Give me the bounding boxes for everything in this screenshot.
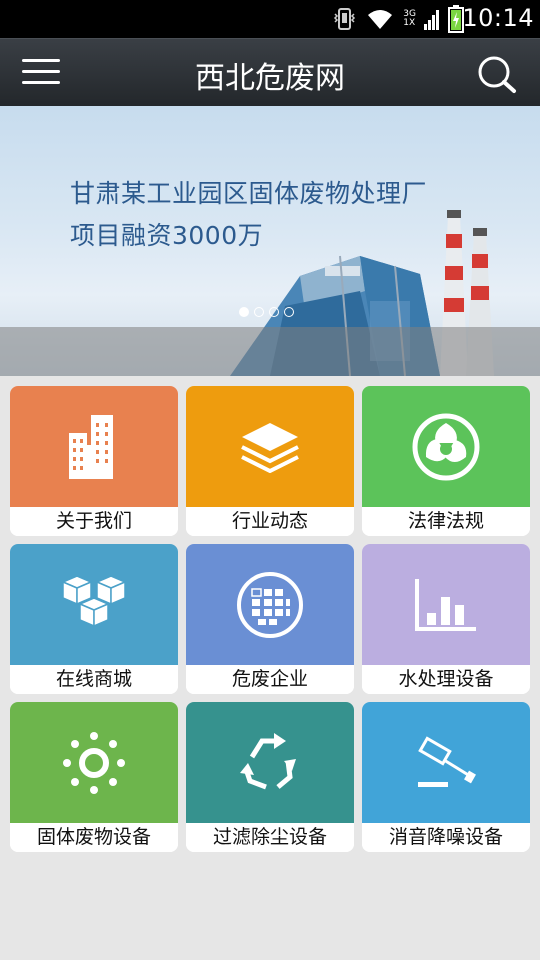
network-type: 3G 1X (403, 10, 416, 28)
building-icon (69, 414, 113, 479)
status-icons: 3G 1X (333, 5, 464, 33)
carousel-indicator (239, 307, 294, 317)
tile-top (10, 386, 178, 507)
tile-dust-filter-equipment[interactable]: 过滤除尘设备 (186, 702, 354, 852)
tile-label: 消音降噪设备 (362, 823, 530, 852)
carousel-dot[interactable] (254, 307, 264, 317)
tile-label: 危废企业 (186, 665, 354, 694)
status-bar: 3G 1X 10:14 (0, 0, 540, 38)
search-icon (478, 56, 516, 93)
cubes-icon (61, 574, 127, 627)
layers-icon (241, 422, 299, 473)
carousel-dot[interactable] (269, 307, 279, 317)
search-button[interactable] (472, 53, 520, 95)
tile-laws-regulations[interactable]: 法律法规 (362, 386, 530, 536)
banner-caption-bar (0, 327, 540, 376)
banner-headline-1: 甘肃某工业园区固体废物处理厂 (70, 179, 428, 208)
banner-headline-2: 项目融资3000万 (70, 221, 264, 250)
tile-label: 过滤除尘设备 (186, 823, 354, 852)
tile-label: 法律法规 (362, 507, 530, 536)
bar-chart-icon (415, 578, 476, 631)
tile-label: 行业动态 (186, 507, 354, 536)
banner-carousel[interactable]: 甘肃某工业园区固体废物处理厂 项目融资3000万 (0, 106, 540, 376)
tile-online-mall[interactable]: 在线商城 (10, 544, 178, 694)
carousel-dot[interactable] (239, 307, 249, 317)
tile-label: 固体废物设备 (10, 823, 178, 852)
tile-water-treatment[interactable]: 水处理设备 (362, 544, 530, 694)
app-header: 西北危废网 (0, 38, 540, 106)
clock: 10:14 (462, 4, 534, 32)
tile-industry-news[interactable]: 行业动态 (186, 386, 354, 536)
vibrate-icon (334, 8, 356, 30)
wifi-icon (368, 10, 393, 29)
tile-label: 关于我们 (10, 507, 178, 536)
signal-icon (424, 10, 439, 30)
tile-noise-reduction-equipment[interactable]: 消音降噪设备 (362, 702, 530, 852)
tile-label: 在线商城 (10, 665, 178, 694)
tile-solid-waste-equipment[interactable]: 固体废物设备 (10, 702, 178, 852)
page-title: 西北危废网 (195, 61, 345, 96)
tile-label: 水处理设备 (362, 665, 530, 694)
tile-hazwaste-enterprises[interactable]: 危废企业 (186, 544, 354, 694)
grid-circle-icon (237, 571, 303, 638)
gavel-icon (418, 735, 476, 787)
aperture-icon (412, 413, 480, 480)
tile-about-us[interactable]: 关于我们 (10, 386, 178, 536)
recycle-icon (240, 732, 296, 789)
carousel-dot[interactable] (284, 307, 294, 317)
sun-icon (63, 731, 125, 794)
network-type-bottom: 1X (403, 18, 416, 28)
